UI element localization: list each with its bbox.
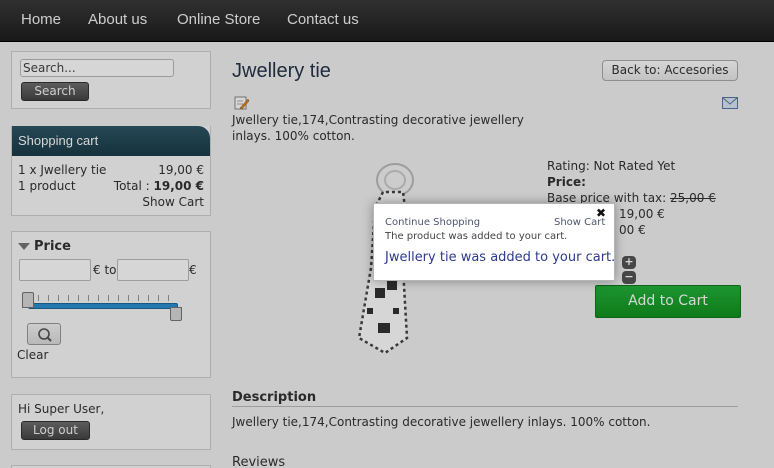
popup-small-message: The product was added to your cart. bbox=[385, 231, 568, 242]
popup-main-message: Jwellery tie was added to your cart. bbox=[385, 250, 616, 265]
close-icon[interactable]: ✖ bbox=[596, 206, 606, 220]
added-to-cart-popup: Continue Shopping Show Cart ✖ The produc… bbox=[373, 203, 615, 281]
continue-shopping-link[interactable]: Continue Shopping bbox=[385, 217, 480, 228]
